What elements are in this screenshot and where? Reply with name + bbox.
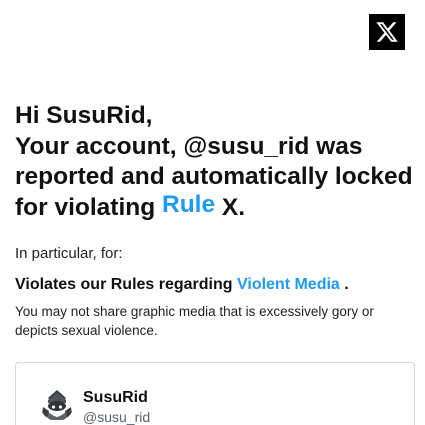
account-card[interactable]: SusuRid @susu_rid bbox=[15, 362, 415, 425]
avatar-glyph bbox=[40, 387, 74, 421]
rule-link[interactable]: Rule bbox=[162, 191, 215, 218]
avatar-icon bbox=[40, 387, 74, 421]
violation-description: You may not share graphic media that is … bbox=[15, 304, 374, 338]
violation-suffix: . bbox=[339, 276, 349, 293]
locked-account-notice: Hi SusuRid, Your account, @susu_rid was … bbox=[0, 0, 425, 425]
x-logo-glyph bbox=[376, 22, 398, 42]
violation-title: Violates our Rules regarding Violent Med… bbox=[15, 276, 415, 294]
greeting: Hi SusuRid, bbox=[15, 102, 153, 129]
headline: Hi SusuRid, Your account, @susu_rid was … bbox=[15, 101, 415, 223]
x-logo-icon[interactable] bbox=[369, 14, 405, 50]
account-display-name: SusuRid bbox=[83, 389, 148, 406]
lock-message: Your account, @susu_rid was reported and… bbox=[15, 132, 415, 224]
rule-suffix: X. bbox=[215, 193, 246, 221]
policy-link[interactable]: Violent Media bbox=[237, 276, 340, 293]
account-handle: @susu_rid bbox=[83, 409, 151, 425]
violation-prefix: Violates our Rules regarding bbox=[15, 276, 237, 293]
intro-text: In particular, for: bbox=[15, 245, 123, 262]
